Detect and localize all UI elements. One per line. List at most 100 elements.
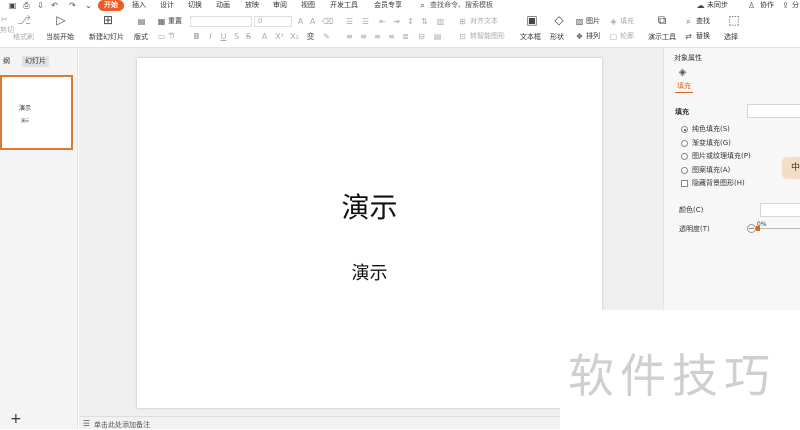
transparency-slider-thumb[interactable] [756, 226, 760, 231]
layout-button[interactable]: 版式 [134, 33, 148, 42]
more-icon[interactable]: ⌄ [84, 1, 93, 10]
slide[interactable]: 演示 演示 [137, 58, 602, 408]
picture-icon[interactable]: ▨ [575, 17, 584, 26]
tab-slideshow[interactable]: 放映 [245, 0, 259, 11]
bold-icon[interactable]: B [192, 32, 201, 41]
option-solid-fill[interactable]: 纯色填充(S) [692, 125, 730, 134]
font-color-icon[interactable]: 变 [306, 32, 315, 41]
increase-indent-icon[interactable]: ⇥ [392, 17, 401, 26]
play-icon[interactable]: ▷ [54, 13, 68, 27]
save-icon[interactable]: ▣ [8, 1, 17, 10]
shape-button[interactable]: 形状 [550, 33, 564, 42]
presentation-tools-button[interactable]: 演示工具 [648, 33, 676, 42]
export-icon[interactable]: ⇩ [36, 1, 45, 10]
outline-icon[interactable]: ▢ [609, 32, 618, 41]
new-slide-icon[interactable]: ⊞ [101, 13, 115, 27]
align-text-icon[interactable]: ⊞ [458, 17, 467, 26]
align-right-icon[interactable]: ≡ [373, 32, 382, 41]
select-icon[interactable]: ⬚ [727, 13, 741, 27]
superscript-icon[interactable]: X² [275, 32, 284, 41]
reset-icon[interactable]: ▦ [157, 17, 166, 26]
tab-member[interactable]: 会员专享 [374, 0, 402, 11]
reset-button[interactable]: 重置 [168, 17, 182, 26]
share-button[interactable]: 分 [792, 0, 799, 11]
tab-view[interactable]: 视图 [301, 0, 315, 11]
layout-icon[interactable]: ▤ [137, 17, 146, 26]
find-button[interactable]: 查找 [696, 17, 710, 26]
radio-pattern-fill[interactable] [681, 167, 688, 174]
tab-home[interactable]: 开始 [98, 0, 124, 11]
numbering-icon[interactable]: ☰ [361, 17, 370, 26]
strikethrough-icon[interactable]: S [244, 32, 253, 41]
presentation-tools-icon[interactable]: ⧉ [655, 13, 669, 27]
replace-button[interactable]: 替换 [696, 32, 710, 41]
highlight-icon[interactable]: ✎ [322, 32, 331, 41]
redo-icon[interactable]: ↷ [68, 1, 77, 10]
fill-icon[interactable]: ◈ [609, 17, 618, 26]
picture-button[interactable]: 图片 [586, 17, 600, 26]
play-from-current-button[interactable]: 当前开始 [46, 33, 74, 42]
underline-icon[interactable]: U [219, 32, 228, 41]
find-icon[interactable]: ⌕ [684, 17, 693, 26]
tab-transition[interactable]: 切换 [188, 0, 202, 11]
shape-icon[interactable]: ◇ [552, 13, 566, 27]
smartart-button[interactable]: 转智能图形 [470, 32, 505, 41]
paragraph-icon[interactable]: ⊟ [417, 32, 426, 41]
fill-type-select[interactable] [747, 104, 800, 118]
format-painter-icon[interactable]: ⎇ [17, 13, 31, 27]
smartart-icon[interactable]: ⊡ [458, 32, 467, 41]
tab-animation[interactable]: 动画 [216, 0, 230, 11]
textbox-icon[interactable]: ▣ [525, 13, 539, 27]
font-size-combo[interactable]: 0 [254, 16, 292, 27]
sync-status[interactable]: 未同步 [707, 0, 728, 11]
tab-fill[interactable]: 填充 [677, 82, 691, 91]
subscript-icon[interactable]: X₂ [290, 32, 299, 41]
radio-gradient-fill[interactable] [681, 140, 688, 147]
radio-solid-fill[interactable] [681, 126, 688, 133]
tab-review[interactable]: 审阅 [273, 0, 287, 11]
line-spacing-icon[interactable]: ↕ [406, 17, 415, 26]
format-painter-button[interactable]: 格式刷 [13, 33, 34, 42]
replace-icon[interactable]: ⇄ [684, 32, 693, 41]
bullets-icon[interactable]: ☰ [345, 17, 354, 26]
arrange-button[interactable]: 排列 [586, 32, 600, 41]
collab-button[interactable]: 协作 [760, 0, 774, 11]
option-pattern-fill[interactable]: 图案填充(A) [692, 166, 730, 175]
radio-picture-fill[interactable] [681, 153, 688, 160]
new-slide-button[interactable]: 新建幻灯片 [89, 33, 124, 42]
pane-header[interactable]: 对象属性 [674, 54, 702, 63]
text-direction-icon[interactable]: ⇅ [420, 17, 429, 26]
command-search[interactable]: 查找命令、搜索模板 [430, 0, 493, 11]
section-button[interactable]: 节 [168, 32, 175, 41]
section-icon[interactable]: ▭ [157, 32, 166, 41]
align-text-button[interactable]: 对齐文本 [470, 17, 498, 26]
tab-design[interactable]: 设计 [160, 0, 174, 11]
shadow-icon[interactable]: S [232, 32, 241, 41]
transparency-decrease-icon[interactable]: − [747, 224, 756, 233]
arrange-icon[interactable]: ❖ [575, 32, 584, 41]
clear-format-icon[interactable]: ⌫ [322, 17, 333, 26]
hide-bg-checkbox[interactable] [681, 180, 688, 187]
outline-button[interactable]: 轮廓 [620, 32, 634, 41]
add-slide-button[interactable]: + [10, 412, 22, 426]
grow-font-icon[interactable]: A [296, 17, 305, 26]
justify-icon[interactable]: ≡ [387, 32, 396, 41]
slide-thumbnail[interactable]: 演示 演示 [0, 75, 73, 150]
fill-bucket-icon[interactable]: ◈ [678, 68, 687, 78]
textbox-button[interactable]: 文本框 [520, 33, 541, 42]
fill-section-title[interactable]: 填充 [675, 108, 689, 117]
align-left-icon[interactable]: ≡ [345, 32, 354, 41]
select-button[interactable]: 选择 [724, 33, 738, 42]
decrease-indent-icon[interactable]: ⇤ [378, 17, 387, 26]
color-picker[interactable] [760, 203, 800, 217]
tab-insert[interactable]: 插入 [132, 0, 146, 11]
distribute-icon[interactable]: ≣ [401, 32, 410, 41]
align-center-icon[interactable]: ≡ [359, 32, 368, 41]
font-family-combo[interactable] [190, 16, 252, 27]
undo-icon[interactable]: ↶ [50, 1, 59, 10]
slide-title[interactable]: 演示 [137, 186, 602, 226]
cut-icon[interactable]: ✂ [0, 15, 9, 24]
italic-icon[interactable]: I [206, 32, 215, 41]
fill-button[interactable]: 填充 [620, 17, 634, 26]
print-icon[interactable]: ⎙ [22, 1, 31, 10]
